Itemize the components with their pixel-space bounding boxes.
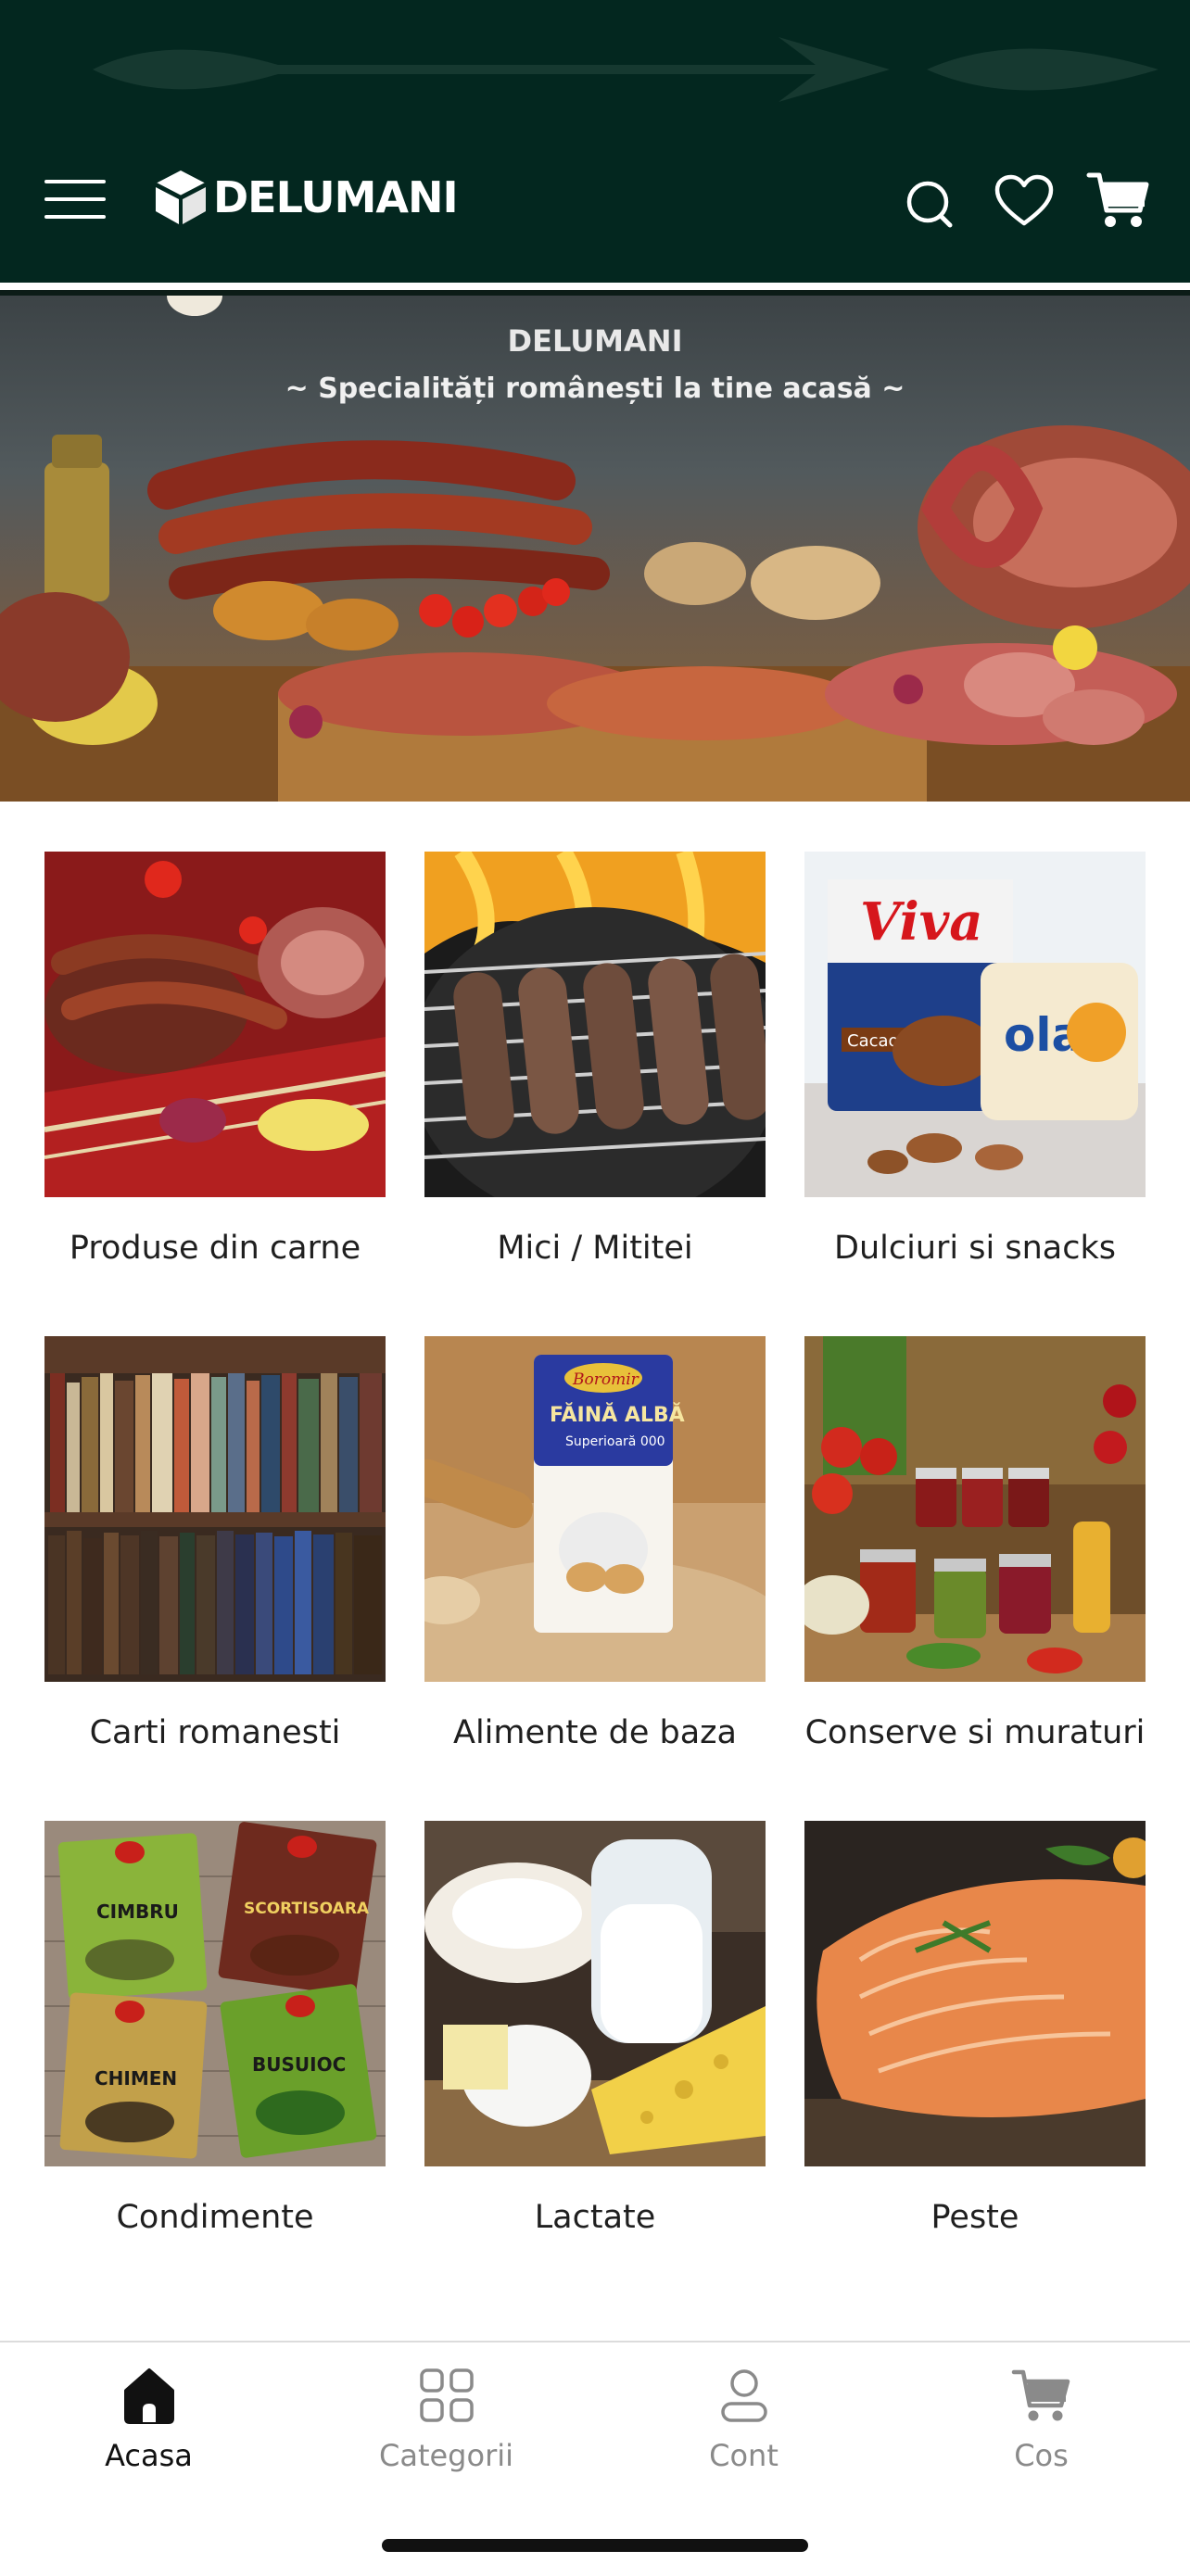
menu-icon-bar [44,180,106,183]
search-icon[interactable] [897,170,962,234]
category-image [424,1821,766,2166]
svg-text:CHIMEN: CHIMEN [95,2067,177,2090]
category-label: Carti romanesti [89,1714,341,1751]
promo-banner[interactable]: DELUMANI ~ Specialități românești la tin… [0,296,1190,802]
cart-icon [1011,2369,1070,2421]
header-divider [0,283,1190,290]
grid-icon [420,2368,474,2422]
cart-icon[interactable] [1086,170,1151,234]
category-label: Conserve si muraturi [804,1714,1146,1751]
nav-label: Cont [709,2438,779,2473]
banner-title: DELUMANI [507,323,683,359]
home-indicator[interactable] [382,2539,808,2552]
svg-text:Viva: Viva [860,891,983,953]
box-logo-icon [155,170,207,225]
category-label: Lactate [534,2199,656,2236]
nav-item-cos[interactable]: Cos [892,2342,1190,2500]
category-label: Mici / Mititei [497,1230,693,1267]
home-icon [124,2368,174,2424]
header-decoration [93,37,1158,102]
nav-label: Categorii [378,2438,513,2473]
category-image [804,1821,1146,2166]
nav-item-cont[interactable]: Cont [595,2342,892,2500]
logo-text: DELUMANI [213,172,459,222]
category-label: Peste [930,2199,1019,2236]
category-image: Boromir FĂINĂ ALBĂ Superioară 000 [424,1336,766,1682]
svg-text:BUSUIOC: BUSUIOC [252,2053,346,2076]
category-label: Dulciuri si snacks [834,1230,1116,1267]
nav-item-categorii[interactable]: Categorii [298,2342,595,2500]
banner-subtitle: ~ Specialități românești la tine acasă ~ [285,373,905,405]
app-logo[interactable]: DELUMANI [154,165,459,230]
nav-label: Acasa [105,2438,193,2473]
category-image: CIMBRU SCORTISOARA CHIMEN BUSUIOC [44,1821,386,2166]
nav-item-acasa[interactable]: Acasa [0,2342,298,2500]
svg-text:Boromir: Boromir [572,1370,639,1389]
svg-text:CIMBRU: CIMBRU [96,1900,179,1923]
category-label: Condimente [116,2199,314,2236]
app-header: DELUMANI [0,0,1190,283]
nav-label: Cos [1014,2438,1069,2473]
category-image: Viva Cacao ola [804,852,1146,1197]
banner-food-image [0,296,1190,802]
svg-text:Superioară 000: Superioară 000 [565,1434,665,1449]
category-label: Produse din carne [69,1230,361,1267]
category-image [804,1336,1146,1682]
menu-button[interactable] [44,178,108,221]
heart-icon[interactable] [992,170,1057,234]
category-label: Alimente de baza [453,1714,737,1751]
menu-icon-bar [44,197,106,201]
category-image [44,1336,386,1682]
svg-text:FĂINĂ ALBĂ: FĂINĂ ALBĂ [550,1403,685,1427]
category-image [44,852,386,1197]
category-image [424,852,766,1197]
menu-icon-bar [44,215,106,219]
user-icon [721,2369,767,2422]
svg-text:SCORTISOARA: SCORTISOARA [244,1900,370,1918]
svg-text:Cacao: Cacao [847,1031,899,1051]
